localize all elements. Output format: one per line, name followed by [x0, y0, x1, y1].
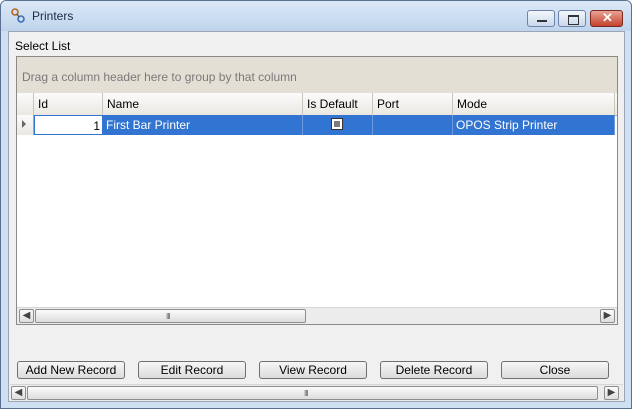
- column-header-mode[interactable]: Mode: [453, 93, 615, 115]
- header-indicator-cell: [17, 93, 34, 115]
- select-list-label: Select List: [15, 39, 71, 53]
- scroll-right-button[interactable]: ▶: [600, 309, 615, 323]
- close-icon: ✕: [602, 10, 613, 25]
- printers-grid[interactable]: Drag a column header here to group by th…: [16, 56, 618, 325]
- form-scroll-thumb[interactable]: III: [27, 386, 598, 400]
- printers-app-icon: [11, 8, 25, 23]
- close-window-button[interactable]: ✕: [590, 10, 623, 27]
- edit-record-button[interactable]: Edit Record: [138, 361, 246, 379]
- scroll-thumb[interactable]: III: [35, 309, 306, 323]
- column-header-port[interactable]: Port: [373, 93, 453, 115]
- row-pointer-icon: [22, 120, 26, 128]
- column-header-is-default[interactable]: Is Default: [303, 93, 373, 115]
- grip-icon: III: [166, 312, 171, 321]
- grid-horizontal-scrollbar[interactable]: ◀ III ▶: [17, 307, 617, 324]
- cell-is-default[interactable]: [303, 115, 373, 135]
- maximize-icon: [568, 15, 579, 25]
- form-scroll-right-button[interactable]: ▶: [604, 386, 619, 400]
- form-scroll-left-button[interactable]: ◀: [11, 386, 26, 400]
- form-horizontal-scrollbar[interactable]: ◀ III ▶: [10, 384, 623, 401]
- cell-name[interactable]: First Bar Printer: [103, 115, 303, 135]
- group-by-hint: Drag a column header here to group by th…: [22, 70, 297, 84]
- window-title: Printers: [32, 9, 74, 23]
- printers-window: Printers ✕ Select List Drag a column hea…: [0, 0, 632, 409]
- add-new-record-button[interactable]: Add New Record: [17, 361, 125, 379]
- maximize-button[interactable]: [558, 10, 586, 27]
- minimize-button[interactable]: [527, 10, 555, 27]
- close-button[interactable]: Close: [501, 361, 609, 379]
- table-row[interactable]: 1 First Bar Printer OPOS Strip Printer: [17, 115, 615, 135]
- grid-header: Id Name Is Default Port Mode: [17, 93, 617, 116]
- view-record-button[interactable]: View Record: [259, 361, 367, 379]
- cell-port[interactable]: [373, 115, 453, 135]
- form-grip-icon: III: [304, 389, 309, 398]
- delete-record-button[interactable]: Delete Record: [380, 361, 488, 379]
- column-header-name[interactable]: Name: [103, 93, 303, 115]
- cell-mode[interactable]: OPOS Strip Printer: [453, 115, 615, 135]
- cell-id[interactable]: 1: [34, 115, 103, 135]
- group-by-panel[interactable]: Drag a column header here to group by th…: [17, 57, 617, 94]
- title-bar[interactable]: Printers ✕: [1, 1, 631, 31]
- minimize-icon: [537, 20, 547, 22]
- column-header-id[interactable]: Id: [34, 93, 103, 115]
- scroll-left-button[interactable]: ◀: [19, 309, 34, 323]
- is-default-checkbox[interactable]: [331, 118, 343, 130]
- row-indicator: [17, 115, 34, 135]
- form-client-area: Select List Drag a column header here to…: [8, 31, 625, 402]
